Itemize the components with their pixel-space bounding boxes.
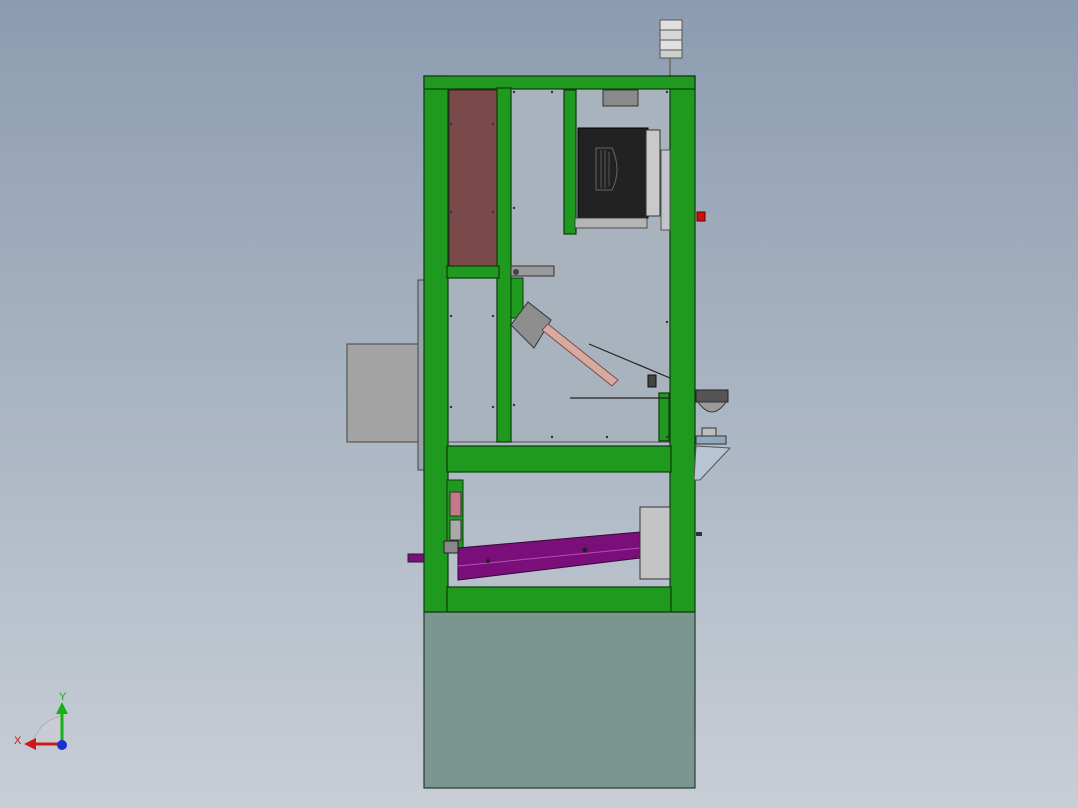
cad-viewport[interactable]: Y X	[0, 0, 1078, 808]
right-strip	[660, 149, 671, 231]
brown-panel[interactable]	[448, 89, 498, 267]
motor[interactable]	[574, 127, 661, 229]
side-box-left[interactable]	[346, 279, 427, 471]
lower-drive[interactable]	[407, 479, 702, 581]
y-axis-label: Y	[59, 691, 67, 703]
top-bracket	[602, 89, 639, 107]
stack-light[interactable]	[659, 19, 683, 76]
x-axis-label: X	[14, 735, 22, 747]
emergency-stop-button[interactable]	[696, 211, 706, 222]
axis-triad[interactable]: Y X	[14, 691, 68, 750]
z-axis-dot	[57, 740, 67, 750]
base-cabinet[interactable]	[423, 611, 696, 789]
side-fixture[interactable]	[693, 389, 732, 481]
